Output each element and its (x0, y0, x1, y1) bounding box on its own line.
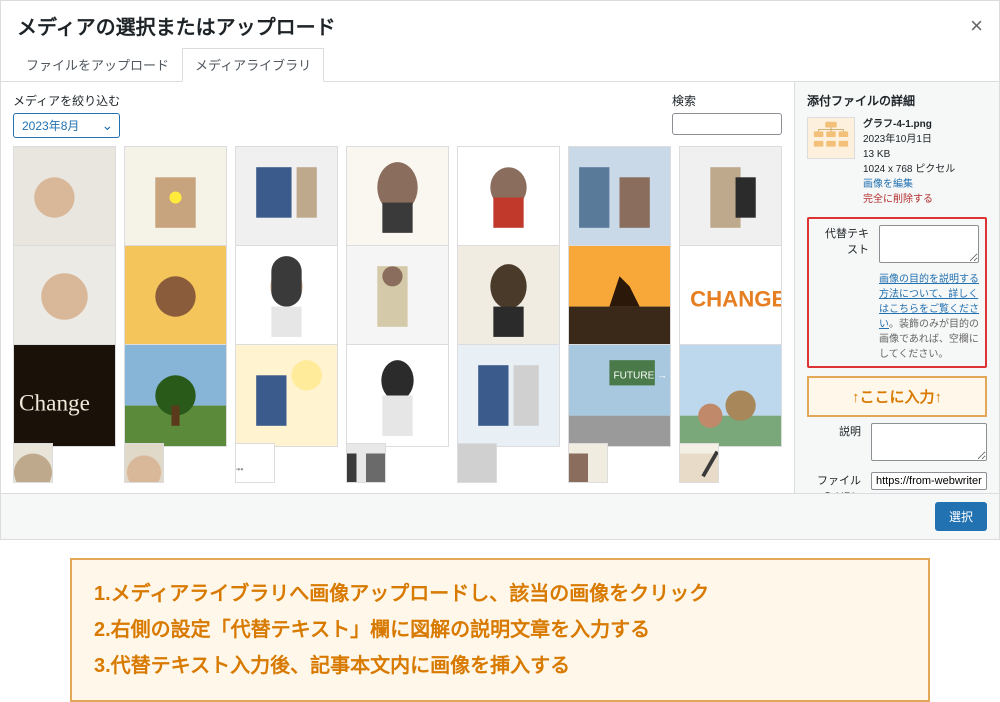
instructions-box: 1.メディアライブラリへ画像アップロードし、該当の画像をクリック 2.右側の設定… (70, 558, 930, 702)
svg-text:Change: Change (19, 391, 90, 417)
media-item[interactable] (235, 146, 338, 249)
media-item[interactable] (457, 443, 497, 483)
media-item[interactable] (679, 146, 782, 249)
file-date: 2023年10月1日 (863, 132, 955, 147)
tabs: ファイルをアップロード メディアライブラリ (1, 40, 999, 82)
media-item[interactable] (568, 146, 671, 249)
edit-image-link[interactable]: 画像を編集 (863, 177, 955, 192)
file-size: 13 KB (863, 147, 955, 162)
media-item[interactable] (124, 344, 227, 447)
svg-text:FUTURE →: FUTURE → (613, 370, 667, 381)
media-item[interactable]: CHANGE (679, 245, 782, 348)
file-metadata: グラフ-4-1.png 2023年10月1日 13 KB 1024 x 768 … (863, 117, 955, 207)
details-heading: 添付ファイルの詳細 (807, 92, 987, 109)
desc-label: 説明 (807, 423, 867, 439)
file-info: グラフ-4-1.png 2023年10月1日 13 KB 1024 x 768 … (807, 117, 987, 207)
instruction-line: 1.メディアライブラリへ画像アップロードし、該当の画像をクリック (94, 576, 906, 612)
tab-upload[interactable]: ファイルをアップロード (13, 48, 182, 81)
media-grid: CHANGE Change FUTURE → •••••••• (13, 146, 782, 483)
modal-footer: 選択 (1, 493, 999, 539)
search-label: 検索 (672, 92, 782, 109)
media-item[interactable] (13, 245, 116, 348)
media-item[interactable] (457, 344, 560, 447)
modal-title: メディアの選択またはアップロード (17, 11, 336, 40)
media-item[interactable] (346, 344, 449, 447)
alt-text-field-group: 代替テキスト 画像の目的を説明する方法について、詳しくはこちらをご覧ください。装… (807, 217, 987, 368)
instruction-line: 3.代替テキスト入力後、記事本文内に画像を挿入する (94, 648, 906, 684)
media-item[interactable] (568, 245, 671, 348)
file-url-input[interactable] (871, 472, 987, 490)
tab-library[interactable]: メディアライブラリ (182, 48, 324, 82)
description-input[interactable] (871, 423, 987, 461)
attachment-details: 添付ファイルの詳細 (794, 82, 999, 493)
url-field-group: ファイルの URL: URLをクリップボードにコピー (807, 472, 987, 493)
media-item[interactable]: FUTURE → (568, 344, 671, 447)
modal-header: メディアの選択またはアップロード × (1, 1, 999, 40)
media-item[interactable] (679, 344, 782, 447)
media-item[interactable] (13, 443, 53, 483)
alt-text-input[interactable] (879, 225, 979, 263)
file-name: グラフ-4-1.png (863, 117, 955, 132)
instruction-line: 2.右側の設定「代替テキスト」欄に図解の説明文章を入力する (94, 612, 906, 648)
date-filter-select[interactable]: 2023年8月 (13, 113, 120, 138)
svg-text:••••••••: •••••••• (236, 465, 244, 476)
media-item[interactable] (13, 146, 116, 249)
media-item[interactable] (346, 245, 449, 348)
select-button[interactable]: 選択 (935, 502, 987, 531)
modal-content: メディアを絞り込む 2023年8月 検索 (1, 82, 999, 493)
file-dimensions: 1024 x 768 ピクセル (863, 162, 955, 177)
media-item[interactable] (679, 443, 719, 483)
media-item[interactable] (568, 443, 608, 483)
media-item[interactable]: •••••••• (235, 443, 275, 483)
main-panel: メディアを絞り込む 2023年8月 検索 (1, 82, 794, 493)
media-item[interactable] (457, 146, 560, 249)
svg-text:CHANGE: CHANGE (690, 287, 781, 312)
close-button[interactable]: × (970, 13, 983, 39)
delete-link[interactable]: 完全に削除する (863, 192, 955, 207)
input-here-callout: ↑ここに入力↑ (807, 376, 987, 417)
media-item[interactable] (346, 443, 386, 483)
media-item[interactable] (124, 245, 227, 348)
search-input[interactable] (672, 113, 782, 135)
file-thumbnail[interactable] (807, 117, 855, 159)
media-item[interactable]: Change (13, 344, 116, 447)
media-item[interactable] (457, 245, 560, 348)
alt-help-text: 画像の目的を説明する方法について、詳しくはこちらをご覧ください。装飾のみが目的の… (879, 270, 979, 360)
url-label: ファイルの URL: (807, 472, 867, 493)
filter-label: メディアを絞り込む (13, 92, 120, 109)
media-item[interactable] (235, 245, 338, 348)
media-item[interactable] (235, 344, 338, 447)
filter-bar: メディアを絞り込む 2023年8月 検索 (13, 92, 782, 138)
alt-text-label: 代替テキスト (815, 225, 875, 257)
media-modal: メディアの選択またはアップロード × ファイルをアップロード メディアライブラリ… (0, 0, 1000, 540)
desc-field-group: 説明 (807, 423, 987, 464)
media-item[interactable] (124, 443, 164, 483)
media-item[interactable] (124, 146, 227, 249)
media-item[interactable] (346, 146, 449, 249)
